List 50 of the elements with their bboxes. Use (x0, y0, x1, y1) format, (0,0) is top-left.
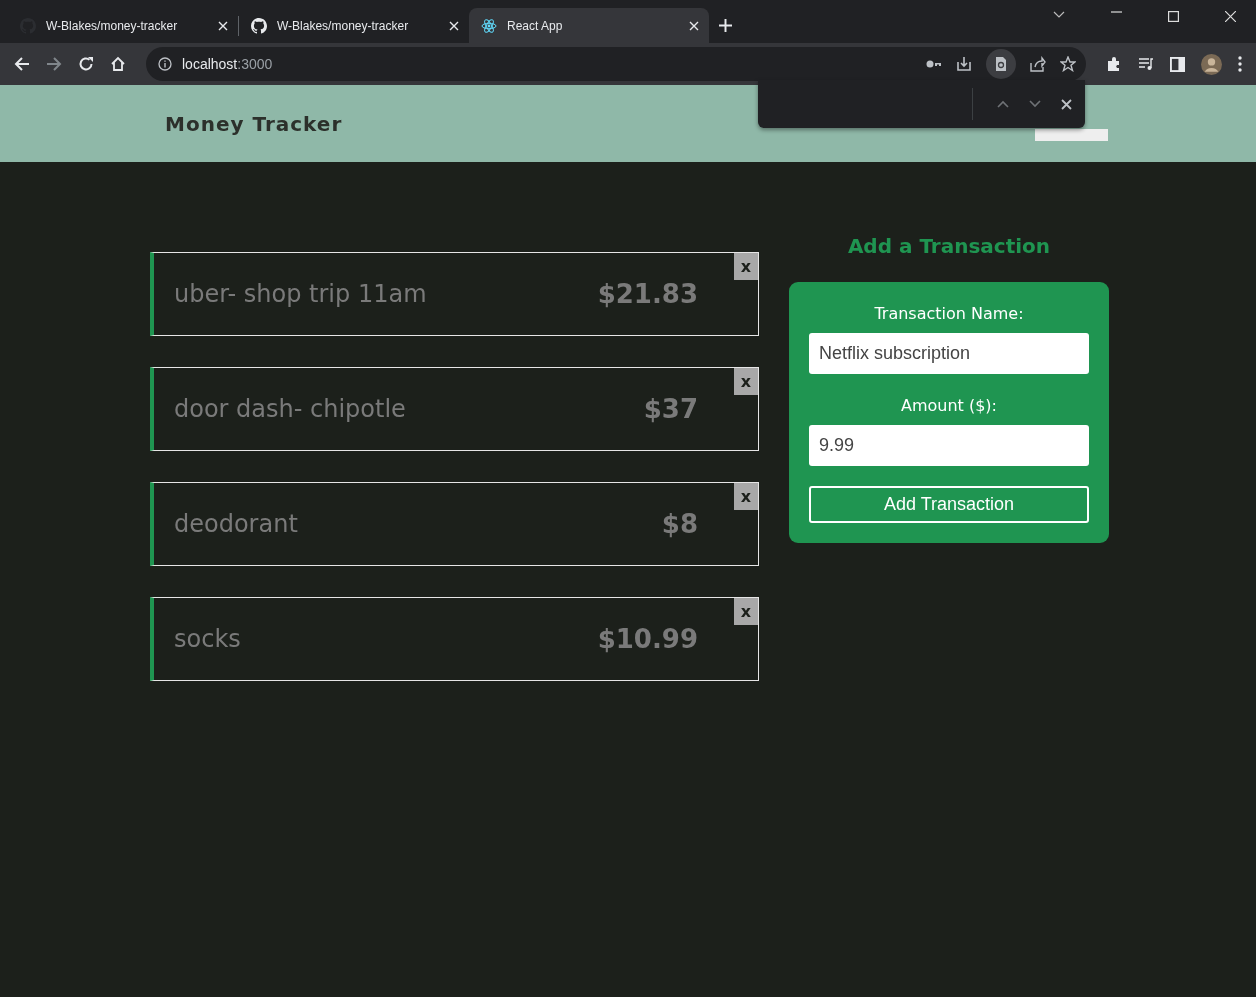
input-field[interactable]: Netflix subscription (809, 333, 1089, 374)
transaction-name: socks (174, 625, 242, 653)
forward-arrow-icon[interactable] (46, 56, 62, 72)
transaction-amount: $21.83 (597, 279, 698, 309)
transaction-name: deodorant (174, 510, 299, 538)
transaction-name: uber- shop trip 11am (174, 280, 428, 308)
delete-button[interactable]: x (734, 368, 758, 395)
app-title: Money Tracker (165, 111, 343, 136)
transaction-amount: $37 (643, 394, 698, 424)
transaction-amount: $10.99 (597, 624, 698, 654)
find-in-page-icon[interactable] (986, 49, 1016, 79)
browser-tab[interactable]: React App (469, 8, 709, 43)
delete-button[interactable]: x (734, 253, 758, 280)
tab-title: W-Blakes/money-tracker (46, 18, 179, 33)
browser-tab[interactable]: W-Blakes/money-tracker (8, 8, 238, 43)
transaction-amount: $8 (661, 509, 698, 539)
url-text: localhost:3000 (182, 56, 273, 72)
octocat-icon (251, 17, 267, 34)
reload-icon[interactable] (78, 56, 94, 72)
back-arrow-icon[interactable] (14, 56, 30, 72)
puzzle-icon[interactable] (1106, 56, 1122, 72)
star-icon[interactable] (1060, 56, 1076, 72)
home-icon[interactable] (110, 56, 126, 72)
close-icon[interactable] (1061, 98, 1072, 110)
delete-button[interactable]: x (734, 483, 758, 510)
browser-tab[interactable]: W-Blakes/money-tracker (239, 8, 469, 43)
address-bar[interactable]: localhost:3000 (146, 47, 1086, 81)
side-panel-icon[interactable] (1170, 56, 1185, 72)
atom-icon (481, 17, 497, 34)
info-icon (158, 57, 172, 71)
input-field[interactable]: 9.99 (809, 425, 1089, 466)
download-icon[interactable] (956, 56, 972, 72)
avatar-icon[interactable] (1201, 53, 1222, 75)
playlist-icon[interactable] (1138, 56, 1154, 72)
chevron-down-icon[interactable] (1053, 11, 1065, 19)
form-heading: Add a Transaction (846, 233, 1052, 260)
maximize-icon[interactable] (1168, 11, 1179, 22)
field-label: Transaction Name: (873, 304, 1025, 323)
tab-title: React App (507, 18, 564, 33)
close-icon[interactable] (1225, 11, 1236, 22)
chevron-up-icon[interactable] (997, 100, 1009, 108)
transaction-name: door dash- chipotle (174, 395, 407, 423)
field-label: Amount ($): (900, 396, 998, 415)
share-icon[interactable] (1030, 56, 1046, 72)
delete-button[interactable]: x (734, 598, 758, 625)
plus-icon[interactable] (719, 19, 732, 32)
key-icon[interactable] (926, 59, 942, 69)
submit-button[interactable]: Add Transaction (809, 486, 1089, 523)
tab-title: W-Blakes/money-tracker (277, 18, 410, 33)
more-icon[interactable] (1238, 56, 1242, 72)
